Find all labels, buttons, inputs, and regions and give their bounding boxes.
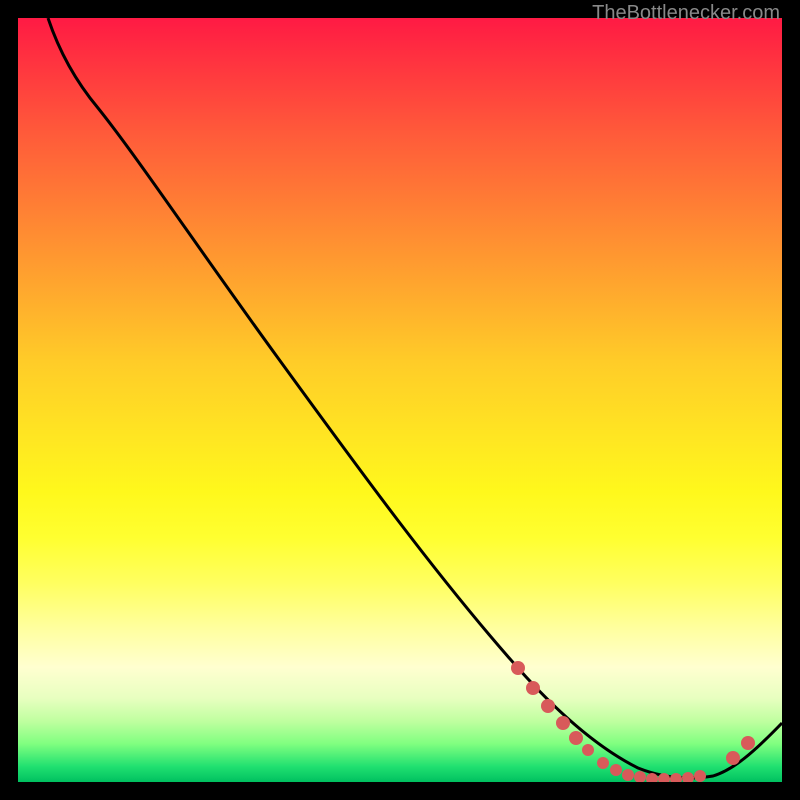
marker-dot — [741, 736, 755, 750]
marker-dot — [726, 751, 740, 765]
watermark-text: TheBottlenecker.com — [592, 2, 780, 25]
marker-dot — [511, 661, 525, 675]
plot-area — [18, 18, 782, 782]
marker-dot — [597, 757, 609, 769]
marker-dot — [526, 681, 540, 695]
marker-dot — [682, 772, 694, 782]
marker-dot — [556, 716, 570, 730]
marker-dot — [582, 744, 594, 756]
marker-dot — [622, 769, 634, 781]
marker-dot — [569, 731, 583, 745]
chart-container: TheBottlenecker.com — [0, 0, 800, 800]
chart-svg — [18, 18, 782, 782]
marker-dot — [610, 764, 622, 776]
marker-dot — [634, 771, 646, 782]
marker-dot — [541, 699, 555, 713]
marker-dot — [694, 770, 706, 782]
marker-dot — [670, 773, 682, 782]
curve-line — [48, 18, 782, 778]
